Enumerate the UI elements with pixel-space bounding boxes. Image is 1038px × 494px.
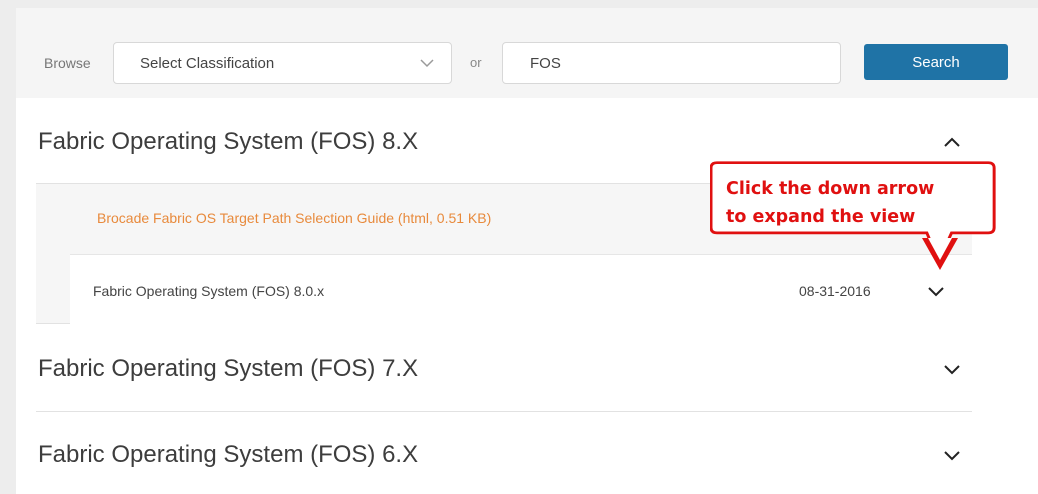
section-title: Fabric Operating System (FOS) 6.X: [38, 441, 419, 468]
chevron-down-icon[interactable]: [941, 358, 963, 380]
chevron-down-icon[interactable]: [926, 281, 946, 301]
release-date: 08-31-2016: [799, 283, 871, 299]
or-label: or: [470, 55, 482, 70]
classification-select-value: Select Classification: [140, 55, 275, 72]
classification-select[interactable]: Select Classification: [113, 42, 452, 84]
section-header-fos-7x[interactable]: Fabric Operating System (FOS) 7.X: [36, 326, 972, 412]
section-header-fos-6x[interactable]: Fabric Operating System (FOS) 6.X: [36, 412, 972, 494]
chevron-up-icon[interactable]: [941, 131, 963, 153]
search-input[interactable]: [502, 42, 841, 84]
section-title: Fabric Operating System (FOS) 8.X: [38, 128, 419, 155]
callout-text: Click the down arrow to expand the view: [726, 175, 934, 231]
chevron-down-icon: [420, 59, 434, 68]
search-button[interactable]: Search: [864, 44, 1008, 80]
section-title: Fabric Operating System (FOS) 7.X: [38, 355, 419, 382]
release-row-fos-8-0-x[interactable]: Fabric Operating System (FOS) 8.0.x 08-3…: [70, 254, 972, 324]
release-title: Fabric Operating System (FOS) 8.0.x: [93, 283, 325, 299]
target-path-guide-link[interactable]: Brocade Fabric OS Target Path Selection …: [97, 210, 491, 226]
chevron-down-icon[interactable]: [941, 444, 963, 466]
callout-line-2: to expand the view: [726, 207, 916, 227]
callout-pointer-icon: [922, 238, 958, 270]
callout-line-1: Click the down arrow: [726, 179, 935, 199]
browse-label: Browse: [44, 55, 91, 71]
